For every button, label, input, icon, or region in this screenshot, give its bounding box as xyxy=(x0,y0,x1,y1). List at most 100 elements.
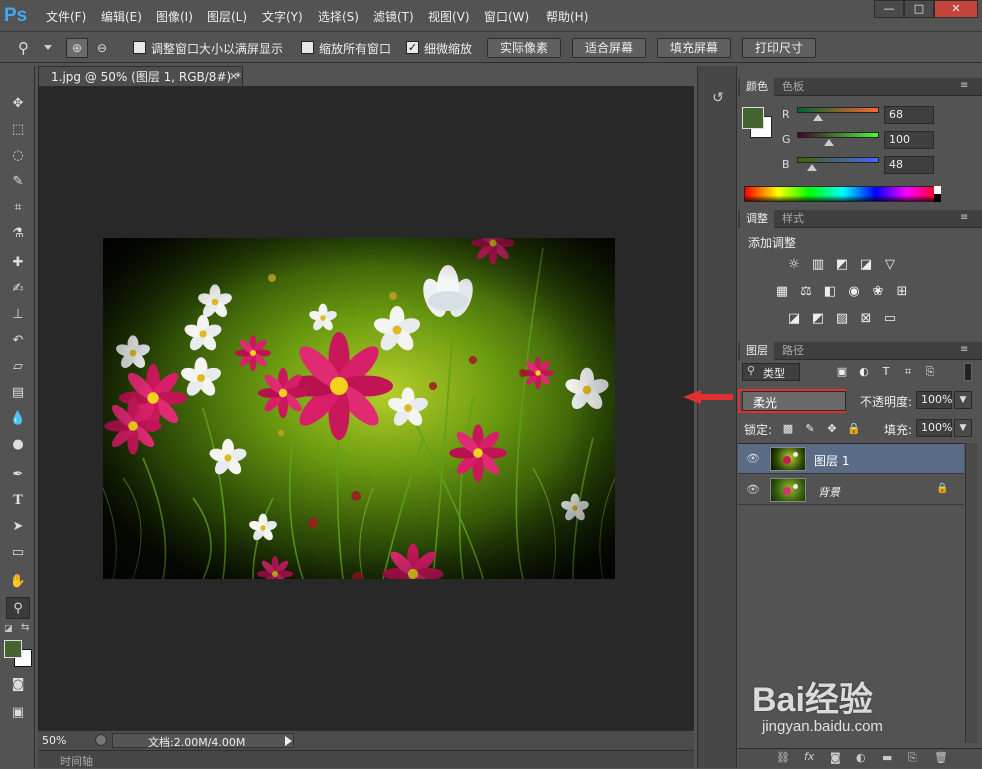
swap-colors-icon[interactable]: ⇆ xyxy=(21,622,31,633)
brightness-contrast-icon[interactable]: ☼ xyxy=(786,257,802,273)
close-button[interactable]: ✕ xyxy=(934,0,978,18)
spectrum-white-swatch[interactable] xyxy=(934,186,941,194)
menu-file[interactable]: 文件(F) xyxy=(46,8,86,25)
zoom-level[interactable]: 50% xyxy=(42,734,66,747)
default-colors-icon[interactable]: ◪ xyxy=(4,624,14,634)
marquee-tool-icon[interactable]: ⬚ xyxy=(6,119,30,141)
fill-dropdown-icon[interactable]: ▼ xyxy=(954,419,972,437)
lock-transparent-pixels-icon[interactable]: ▩ xyxy=(780,421,796,437)
opacity-input[interactable]: 100% xyxy=(916,391,952,409)
hand-tool-icon[interactable]: ✋ xyxy=(6,571,30,593)
gradient-tool-icon[interactable]: ▤ xyxy=(6,382,30,404)
add-mask-icon[interactable]: ◙ xyxy=(830,751,841,764)
layers-scrollbar[interactable] xyxy=(965,443,977,743)
levels-icon[interactable]: ▥ xyxy=(810,257,826,273)
g-slider-handle[interactable] xyxy=(824,139,834,146)
curves-icon[interactable]: ◩ xyxy=(834,257,850,273)
photo-filter-icon[interactable]: ◉ xyxy=(846,284,862,300)
timeline-bar[interactable]: 时间轴 xyxy=(38,750,694,768)
tab-adjustments[interactable]: 调整 xyxy=(740,210,774,228)
history-brush-tool-icon[interactable]: ↶ xyxy=(6,330,30,352)
layer-row[interactable]: 👁 背景 🔒 xyxy=(738,475,964,505)
gradient-map-icon[interactable]: ▭ xyxy=(882,311,898,327)
zoom-tool-icon-active[interactable]: ⚲ xyxy=(6,597,30,619)
eyedropper-tool-icon[interactable]: ⚗ xyxy=(6,223,30,245)
filter-adjustment-icon[interactable]: ◐ xyxy=(856,364,872,380)
actual-pixels-button[interactable]: 实际像素 xyxy=(487,38,561,58)
channel-mixer-icon[interactable]: ❀ xyxy=(870,284,886,300)
print-size-button[interactable]: 打印尺寸 xyxy=(742,38,816,58)
link-layers-icon[interactable]: ⛓ xyxy=(776,751,790,764)
layer-visibility-eye-icon[interactable]: 👁 xyxy=(746,483,760,497)
invert-icon[interactable]: ◪ xyxy=(786,311,802,327)
tab-paths[interactable]: 路径 xyxy=(776,342,810,360)
eraser-tool-icon[interactable]: ▱ xyxy=(6,356,30,378)
crop-tool-icon[interactable]: ⌗ xyxy=(6,197,30,219)
filter-kind-dropdown[interactable]: ⚲ 类型 xyxy=(742,363,800,381)
exposure-icon[interactable]: ◪ xyxy=(858,257,874,273)
layer-name[interactable]: 图层 1 xyxy=(814,452,849,469)
clone-stamp-tool-icon[interactable]: ⊥ xyxy=(6,304,30,326)
type-tool-icon[interactable]: T xyxy=(6,490,30,512)
g-value-input[interactable]: 100 xyxy=(884,131,934,149)
pen-tool-icon[interactable]: ✒ xyxy=(6,464,30,486)
lock-all-icon[interactable]: 🔒 xyxy=(846,421,862,437)
brush-tool-icon[interactable]: ✍ xyxy=(6,278,30,300)
menu-edit[interactable]: 编辑(E) xyxy=(101,8,142,25)
filter-shape-icon[interactable]: ⌗ xyxy=(900,364,916,380)
r-slider[interactable] xyxy=(797,107,879,113)
foreground-color-swatch[interactable] xyxy=(4,640,22,658)
resize-windows-checkbox[interactable] xyxy=(133,41,146,54)
fill-input[interactable]: 100% xyxy=(916,419,952,437)
hue-saturation-icon[interactable]: ▦ xyxy=(774,284,790,300)
zoom-all-checkbox[interactable] xyxy=(301,41,314,54)
blend-mode-dropdown[interactable]: 柔光 xyxy=(742,391,846,411)
delete-layer-icon[interactable]: 🗑 xyxy=(934,751,948,764)
tool-preset-dropdown-icon[interactable] xyxy=(44,45,52,50)
zoom-tool-icon[interactable]: ⚲ xyxy=(18,38,42,58)
rectangle-tool-icon[interactable]: ▭ xyxy=(6,542,30,564)
status-menu-arrow-icon[interactable] xyxy=(285,736,292,746)
tab-layers[interactable]: 图层 xyxy=(740,342,774,360)
zoom-out-icon[interactable]: ⊖ xyxy=(91,38,113,58)
path-selection-tool-icon[interactable]: ➤ xyxy=(6,516,30,538)
tab-color[interactable]: 颜色 xyxy=(740,78,774,96)
fit-screen-button[interactable]: 适合屏幕 xyxy=(572,38,646,58)
panel-menu-icon[interactable]: ≡ xyxy=(960,80,968,91)
r-value-input[interactable]: 68 xyxy=(884,106,934,124)
document-tab[interactable]: 1.jpg @ 50% (图层 1, RGB/8#) * ✕ xyxy=(38,66,243,87)
menu-view[interactable]: 视图(V) xyxy=(428,8,470,25)
filter-type-icon[interactable]: T xyxy=(878,364,894,380)
b-slider[interactable] xyxy=(797,157,879,163)
color-spectrum-bar[interactable] xyxy=(744,186,941,202)
layer-visibility-eye-icon[interactable]: 👁 xyxy=(746,452,760,466)
spectrum-black-swatch[interactable] xyxy=(934,194,941,202)
scrubby-zoom-checkbox[interactable]: ✓ xyxy=(406,41,419,54)
menu-select[interactable]: 选择(S) xyxy=(318,8,359,25)
zoom-in-icon[interactable]: ⊕ xyxy=(66,38,88,58)
new-group-icon[interactable]: ▬ xyxy=(882,751,892,764)
color-balance-icon[interactable]: ⚖ xyxy=(798,284,814,300)
new-layer-icon[interactable]: ⎘ xyxy=(908,751,917,765)
filter-toggle-switch[interactable] xyxy=(964,363,972,381)
opacity-dropdown-icon[interactable]: ▼ xyxy=(954,391,972,409)
maximize-button[interactable]: □ xyxy=(904,0,934,18)
panel-menu-icon[interactable]: ≡ xyxy=(960,212,968,223)
blur-tool-icon[interactable]: 💧 xyxy=(6,408,30,430)
black-white-icon[interactable]: ◧ xyxy=(822,284,838,300)
filter-smart-object-icon[interactable]: ⎘ xyxy=(922,364,938,380)
menu-layer[interactable]: 图层(L) xyxy=(207,8,247,25)
tab-styles[interactable]: 样式 xyxy=(776,210,810,228)
minimize-button[interactable]: — xyxy=(874,0,904,18)
threshold-icon[interactable]: ▨ xyxy=(834,311,850,327)
tab-swatches[interactable]: 色板 xyxy=(776,78,810,96)
lasso-tool-icon[interactable]: ◌ xyxy=(6,145,30,167)
color-fg-swatch[interactable] xyxy=(742,107,764,129)
close-tab-icon[interactable]: ✕ xyxy=(229,67,238,87)
move-tool-icon[interactable]: ✥ xyxy=(6,93,30,115)
menu-image[interactable]: 图像(I) xyxy=(156,8,193,25)
filter-pixel-icon[interactable]: ▣ xyxy=(834,364,850,380)
selective-color-icon[interactable]: ⊠ xyxy=(858,311,874,327)
screen-mode-icon[interactable]: ▣ xyxy=(6,702,30,724)
quick-mask-icon[interactable]: ◙ xyxy=(6,674,30,696)
